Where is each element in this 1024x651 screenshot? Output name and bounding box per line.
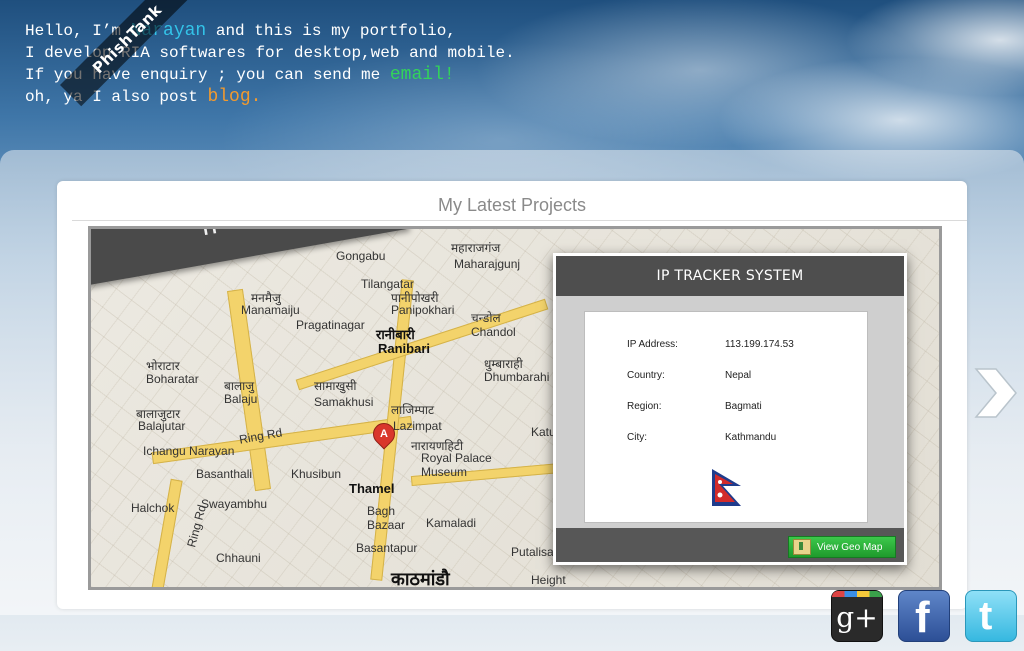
popup-footer: View Geo Map [556,528,904,562]
nepal-flag-icon [712,469,741,506]
google-plus-icon: g+ [836,601,878,634]
popup-title: IP TRACKER SYSTEM [556,256,904,296]
map-label: महाराजगंज [451,241,501,255]
map-label: Bagh Bazaar [367,504,406,532]
map-label: Ranibari [378,341,431,356]
map-label: Chandol [471,325,516,339]
map-label: Samakhusi [314,395,374,409]
info-key: IP Address: [627,339,678,350]
view-geo-map-button[interactable]: View Geo Map [788,536,896,558]
pin-letter: A [380,428,388,440]
map-label: Height [531,573,566,587]
map-label: Gongabu [336,249,386,263]
map-label: लाजिम्पाट [391,403,435,417]
intro-line1-suffix: and this is my portfolio, [206,22,456,40]
info-value: Nepal [725,370,752,381]
map-label: Basantapur [356,541,418,555]
map-label: Balaju [224,392,258,406]
facebook-icon: f [915,593,930,642]
info-key: Country: [627,370,665,381]
map-label: Lazimpat [393,419,442,433]
google-plus-color-bar [832,591,882,597]
info-key: City: [627,432,647,443]
map-icon [793,539,811,555]
blog-link[interactable]: blog. [207,87,261,107]
info-key: Region: [627,401,662,412]
map-label: Thamel [349,481,395,496]
map-label: काठमांडौ [391,569,450,589]
intro-line4-prefix: oh, ya I also post [25,88,208,106]
popup-info-box: IP Address: 113.199.174.53 Country: Nepa… [584,311,868,523]
map-label: Basanthali [196,467,253,481]
twitter-button[interactable]: t [965,590,1017,642]
twitter-icon: t [979,594,993,638]
map-label: Pragatinagar [296,318,365,332]
map-label: Putalisa [511,545,554,559]
map-label: Ichangu Narayan [143,444,235,458]
email-link[interactable]: email! [390,65,455,85]
view-geo-map-label: View Geo Map [817,541,883,553]
info-value: Kathmandu [725,432,777,443]
map-label: Manamaiju [241,303,300,317]
map-label: Balajutar [138,419,186,433]
map-label: Chhauni [216,551,261,565]
info-value: Bagmati [725,401,762,412]
info-value: 113.199.174.53 [725,339,794,350]
facebook-button[interactable]: f [898,590,950,642]
map-label: Dhumbarahi [484,370,550,384]
ip-tracker-popup: IP TRACKER SYSTEM IP Address: 113.199.17… [553,253,907,565]
map-label: सामाखुसी [314,379,357,393]
projects-title: My Latest Projects [437,195,587,215]
map-label: Boharatar [146,372,199,386]
divider [72,220,967,221]
map-label: Maharajgunj [454,257,521,271]
map-label: Swayambhu [201,497,268,511]
project-slide[interactable]: IP TRACKER S Tilangatar महाराजगंज Mahara… [88,226,942,590]
google-plus-button[interactable]: g+ [831,590,883,642]
map-label: चन्डोल [471,311,501,325]
map-label: Halchok [131,501,175,515]
map-label: Khusibun [291,467,342,481]
map-label: Royal Palace Museum [421,451,492,479]
next-arrow-icon[interactable] [974,367,1018,419]
map-label: Kamaladi [426,516,477,530]
map-label: Panipokhari [391,303,455,317]
